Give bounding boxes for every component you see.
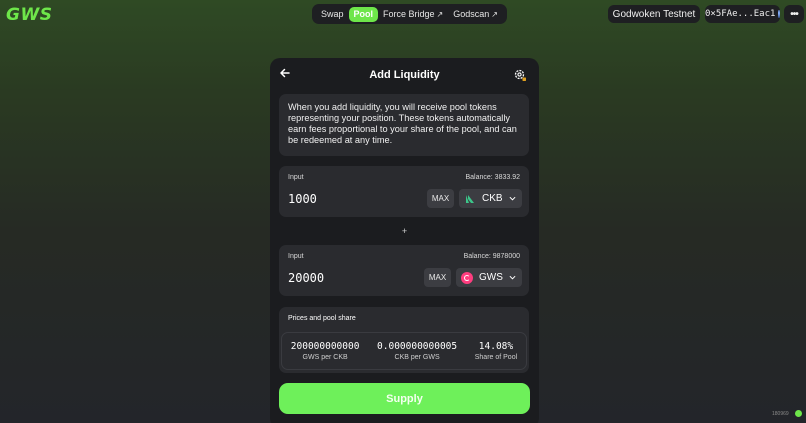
- price-label: CKB per GWS: [394, 354, 440, 361]
- nav-force-bridge-label: Force Bridge: [383, 9, 435, 19]
- liquidity-info-text: When you add liquidity, you will receive…: [279, 94, 529, 156]
- app-logo[interactable]: GWS: [6, 5, 52, 25]
- input-label: Input: [288, 253, 304, 260]
- price-item: 0.000000000005 CKB per GWS: [377, 341, 457, 361]
- settings-gear-icon[interactable]: [513, 68, 527, 82]
- page-title: Add Liquidity: [369, 69, 440, 81]
- nav-swap-label: Swap: [321, 9, 344, 19]
- block-number[interactable]: 180969: [772, 411, 789, 417]
- price-value: 14.08%: [478, 341, 514, 352]
- plus-icon: +: [401, 226, 408, 236]
- more-menu-button[interactable]: •••: [784, 5, 804, 23]
- chevron-down-icon: [509, 275, 516, 280]
- price-value: 200000000000: [290, 341, 360, 352]
- balance-label: Balance: 9878000: [463, 253, 520, 260]
- external-link-icon: ↗: [436, 9, 444, 19]
- prices-pool-share-panel: Prices and pool share 200000000000 GWS p…: [279, 307, 529, 373]
- price-item: 200000000000 GWS per CKB: [291, 341, 360, 361]
- nav-pool[interactable]: Pool: [348, 6, 379, 22]
- max-button-gws[interactable]: MAX: [424, 268, 451, 287]
- nav-godscan[interactable]: Godscan ↗: [448, 7, 503, 22]
- price-label: Share of Pool: [474, 354, 518, 361]
- price-value: 0.000000000005: [377, 341, 458, 352]
- prices-title: Prices and pool share: [288, 315, 356, 322]
- amount-input-gws[interactable]: 20000: [288, 271, 324, 285]
- network-status-dot: [795, 410, 802, 417]
- nav-pool-label: Pool: [353, 9, 374, 19]
- price-label: GWS per CKB: [302, 354, 348, 361]
- account-address: 0×5FAe...Eac1: [705, 9, 776, 19]
- account-button[interactable]: 0×5FAe...Eac1: [705, 5, 780, 23]
- main-nav: Swap Pool Force Bridge ↗ Godscan ↗: [312, 4, 507, 24]
- token-symbol: GWS: [479, 272, 503, 283]
- input-label: Input: [288, 174, 304, 181]
- token-input-panel-2: Input Balance: 9878000 20000 MAX GWS: [279, 245, 529, 296]
- ckb-icon: [466, 194, 474, 203]
- gws-icon: [461, 271, 473, 284]
- nav-force-bridge[interactable]: Force Bridge ↗: [378, 7, 448, 22]
- supply-button[interactable]: Supply: [279, 383, 530, 414]
- add-liquidity-card: Add Liquidity When you add liquidity, yo…: [270, 58, 539, 423]
- network-button[interactable]: Godwoken Testnet: [608, 5, 700, 23]
- prices-list: 200000000000 GWS per CKB 0.000000000005 …: [281, 332, 527, 370]
- account-avatar: [778, 10, 780, 18]
- balance-label: Balance: 3833.92: [465, 174, 521, 181]
- chevron-down-icon: [509, 196, 516, 201]
- amount-input-ckb[interactable]: 1000: [288, 192, 317, 206]
- external-link-icon: ↗: [491, 9, 498, 19]
- token-select-gws[interactable]: GWS: [456, 268, 522, 287]
- price-item: 14.08% Share of Pool: [475, 341, 517, 361]
- token-symbol: CKB: [482, 193, 503, 204]
- token-input-panel-1: Input Balance: 3833.92 1000 MAX CKB: [279, 166, 529, 217]
- token-select-ckb[interactable]: CKB: [459, 189, 522, 208]
- max-button-ckb[interactable]: MAX: [427, 189, 454, 208]
- nav-godscan-label: Godscan: [453, 9, 490, 19]
- nav-swap[interactable]: Swap: [316, 7, 349, 22]
